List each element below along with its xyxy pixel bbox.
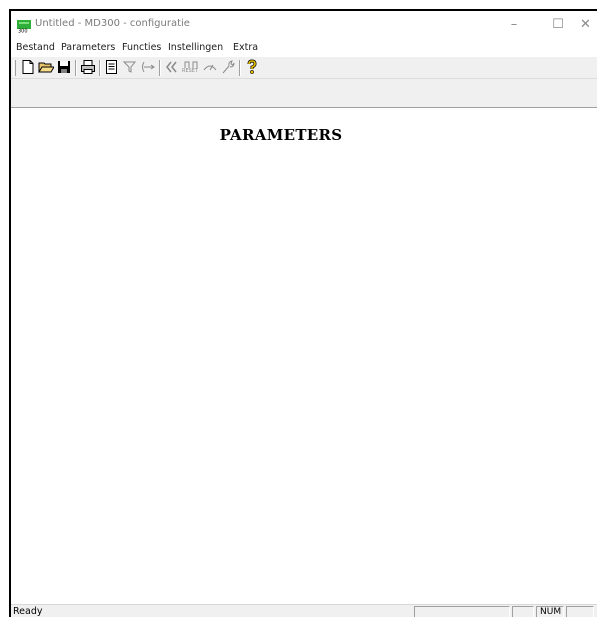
menu-bar: Bestand Parameters Functies Instellingen…: [11, 40, 597, 57]
menu-extra[interactable]: Extra: [233, 42, 258, 53]
menu-bestand[interactable]: Bestand: [16, 42, 55, 53]
print-icon[interactable]: [80, 59, 96, 75]
toolbar-separator: [75, 60, 77, 76]
status-pane-scroll: [566, 606, 594, 617]
document-view[interactable]: PARAMETERS: [11, 107, 597, 604]
disconnect-icon[interactable]: [164, 59, 180, 75]
reset-icon[interactable]: RESET: [182, 59, 200, 75]
toolbar-grip[interactable]: [13, 60, 16, 76]
open-folder-icon[interactable]: [38, 59, 54, 75]
save-icon[interactable]: [56, 59, 72, 75]
status-bar: Ready NUM: [11, 604, 597, 617]
toolbar-separator: [99, 60, 101, 76]
document-heading: PARAMETERS: [219, 126, 343, 144]
toolbar: RESET: [11, 57, 597, 79]
window-title: Untitled - MD300 - configuratie: [35, 18, 190, 29]
menu-instellingen[interactable]: Instellingen: [168, 42, 223, 53]
dialog-bar: [11, 79, 597, 107]
status-text: Ready: [13, 606, 43, 617]
status-pane-caps: [512, 606, 534, 617]
screen-background-top: [0, 0, 597, 9]
app-icon: 300: [17, 20, 31, 34]
preview-icon[interactable]: [104, 59, 120, 75]
svg-text:300: 300: [18, 29, 28, 34]
minimize-button[interactable]: –: [492, 11, 536, 40]
application-window: 300 Untitled - MD300 - configuratie – ☐ …: [9, 9, 597, 617]
title-bar[interactable]: 300 Untitled - MD300 - configuratie – ☐ …: [11, 11, 597, 40]
new-document-icon[interactable]: [20, 59, 36, 75]
status-pane-num: NUM: [536, 606, 564, 617]
reset-caption: RESET: [182, 68, 199, 74]
help-icon[interactable]: [244, 59, 260, 75]
status-pane-message: [414, 606, 510, 617]
menu-functies[interactable]: Functies: [122, 42, 161, 53]
connect-icon[interactable]: [140, 59, 156, 75]
toolbar-separator: [239, 60, 241, 76]
screen-background-left: [0, 9, 9, 617]
wrench-icon[interactable]: [220, 59, 236, 75]
filter-icon[interactable]: [122, 59, 138, 75]
toolbar-separator: [159, 60, 161, 76]
menu-parameters[interactable]: Parameters: [61, 42, 115, 53]
maximize-button[interactable]: ☐: [536, 11, 580, 40]
close-button[interactable]: ✕: [580, 11, 597, 40]
tune-icon[interactable]: [202, 59, 218, 75]
